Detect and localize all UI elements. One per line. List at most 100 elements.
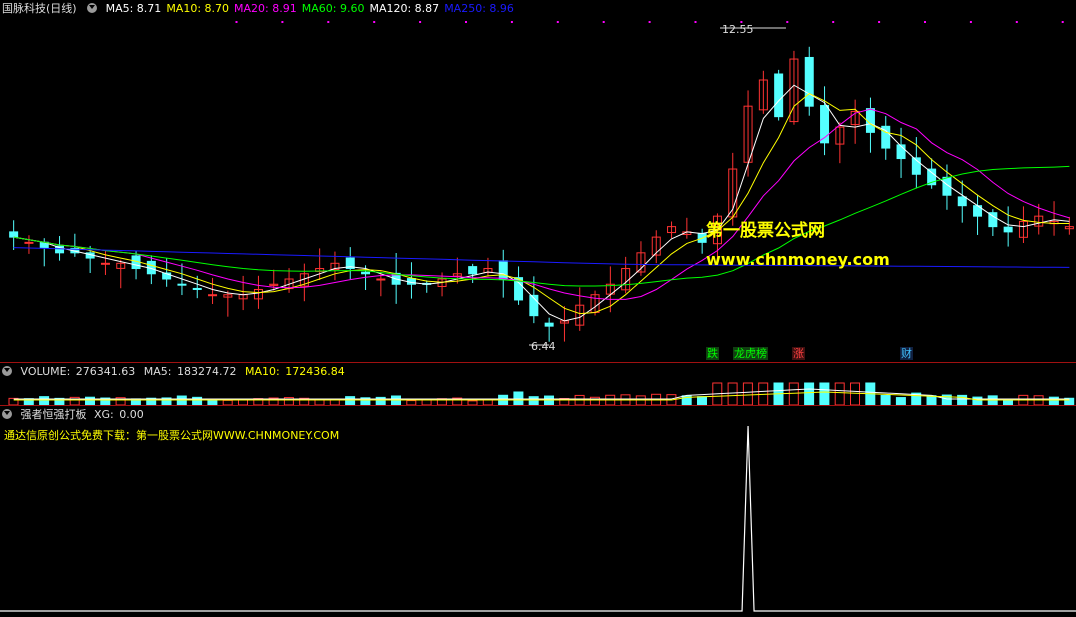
volume-bar: [727, 382, 738, 406]
candle-body: [192, 287, 202, 290]
candle-body: [177, 283, 187, 286]
volume-ma5-value: 183274.72: [177, 365, 237, 378]
signal-dot: [1015, 21, 1018, 23]
event-tag[interactable]: 财: [900, 347, 913, 360]
indicator-title: 强者恒强打板: [20, 408, 87, 421]
ma60-line: [13, 165, 1070, 287]
volume-header: VOLUME: 276341.63 MA5: 183274.72 MA10: 1…: [0, 363, 350, 381]
signal-dot: [969, 21, 972, 23]
indicator-notice: 通达信原创公式免费下载：第一股票公式网WWW.CHNMONEY.COM: [4, 429, 340, 442]
ma250-line: [13, 247, 1070, 268]
ma-legend: MA5: 8.71 MA10: 8.70 MA20: 8.91 MA60: 9.60 M…: [106, 2, 519, 15]
signal-dot: [281, 21, 284, 23]
high-price-label: 12.55: [722, 23, 754, 36]
signal-dot: [648, 21, 651, 23]
low-price-value: 6.44: [531, 340, 556, 353]
candlestick-chart[interactable]: [0, 0, 1076, 360]
volume-dropdown-icon[interactable]: [2, 366, 12, 376]
volume-bar: [834, 382, 845, 406]
watermark-url: www.chnmoney.com: [706, 250, 890, 269]
ma-legend-item: MA10: 8.70: [166, 2, 230, 15]
signal-dot: [924, 21, 926, 23]
main-price-pane[interactable]: 国脉科技(日线) MA5: 8.71 MA10: 8.70 MA20: 8.91 MA…: [0, 0, 1076, 360]
signal-dot: [878, 21, 881, 23]
dropdown-arrow-icon[interactable]: [87, 3, 98, 13]
main-header: 国脉科技(日线) MA5: 8.71 MA10: 8.70 MA20: 8.91 MA…: [0, 0, 524, 18]
ma5-line: [13, 84, 1070, 322]
volume-bar: [176, 395, 187, 406]
volume-bar: [528, 396, 539, 406]
volume-bar: [85, 396, 95, 406]
xg-label: XG:: [94, 408, 114, 421]
candle-body: [865, 108, 875, 133]
volume-pane[interactable]: VOLUME: 276341.63 MA5: 183274.72 MA10: 1…: [0, 363, 1076, 407]
indicator-header: 强者恒强打板 XG: 0.00: [0, 406, 149, 424]
volume-ma5-label: MA5:: [143, 365, 172, 378]
event-tag[interactable]: 涨: [792, 347, 805, 360]
candle-body: [1003, 226, 1013, 233]
signal-dot: [786, 21, 789, 23]
candle-body: [376, 278, 386, 281]
volume-bar: [788, 382, 799, 406]
volume-bar: [972, 396, 983, 406]
candle-body: [544, 322, 554, 327]
volume-bar: [895, 397, 906, 406]
signal-dot: [556, 21, 559, 23]
volume-value: 276341.63: [75, 365, 136, 378]
volume-ma10-label: MA10:: [245, 365, 280, 378]
ma-legend-item: MA120: 8.87: [369, 2, 440, 15]
signal-dot: [602, 21, 605, 23]
watermark-title: 第一股票公式网: [706, 221, 825, 241]
volume-bar: [926, 395, 937, 406]
candle-body: [804, 56, 814, 107]
event-tag[interactable]: 跌: [706, 347, 719, 360]
ma-legend-item: MA5: 8.71: [105, 2, 162, 15]
candle-body: [208, 294, 218, 297]
volume-title: VOLUME:: [20, 365, 71, 378]
signal-dot: [465, 21, 467, 23]
stock-title: 国脉科技(日线): [2, 2, 77, 15]
candle-body: [100, 262, 110, 265]
signal-dot: [235, 21, 238, 23]
candle-body: [468, 266, 478, 275]
candle-body: [774, 73, 784, 118]
volume-bar: [345, 396, 356, 406]
xg-signal-line: [0, 425, 1076, 612]
candle-body: [9, 231, 19, 238]
candle-body: [361, 271, 371, 275]
volume-bar: [697, 396, 707, 406]
volume-bar: [1048, 396, 1059, 406]
indicator-dropdown-icon[interactable]: [2, 409, 12, 419]
xg-value: 0.00: [119, 408, 144, 421]
volume-bar: [544, 395, 554, 406]
volume-bar: [192, 396, 203, 406]
signal-dot: [373, 21, 376, 23]
signal-dot: [327, 21, 330, 23]
signal-dot: [510, 21, 513, 23]
volume-bar: [742, 382, 753, 406]
signal-dot: [1061, 21, 1064, 23]
volume-ma5-line: [13, 388, 1070, 400]
ma-legend-item: MA250: 8.96: [444, 2, 514, 15]
volume-bar: [513, 391, 524, 406]
candle-body: [957, 196, 967, 207]
volume-ma10-value: 172436.84: [285, 365, 345, 378]
volume-bar: [39, 396, 50, 406]
signal-dot: [694, 21, 697, 23]
high-price-value: 12.55: [722, 23, 754, 36]
volume-bar: [880, 395, 891, 406]
signal-dot: [419, 21, 422, 23]
indicator-pane[interactable]: 强者恒强打板 XG: 0.00 通达信原创公式免费下载：第一股票公式网WWW.C…: [0, 406, 1076, 617]
signal-dot: [832, 21, 835, 23]
volume-bar: [819, 382, 830, 406]
ma-legend-item: MA60: 9.60: [301, 2, 365, 15]
volume-bar: [589, 396, 600, 406]
low-price-label: 6.44: [531, 340, 556, 353]
ma-legend-item: MA20: 8.91: [234, 2, 297, 15]
candle-body: [498, 260, 508, 280]
volume-bar: [804, 382, 815, 406]
candle-body: [24, 241, 34, 244]
candle-body: [896, 144, 906, 160]
event-tag[interactable]: 龙虎榜: [733, 347, 768, 360]
volume-bar: [850, 382, 860, 406]
